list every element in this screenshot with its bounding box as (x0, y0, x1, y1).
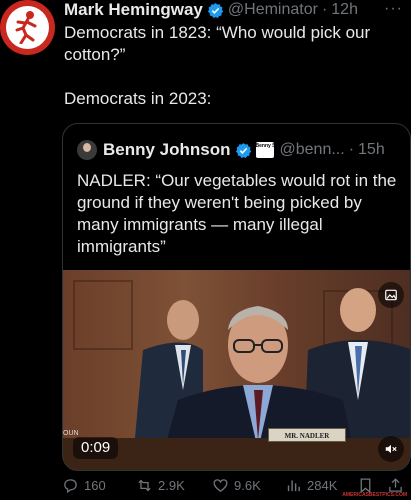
quote-author-handle[interactable]: @benn... (280, 141, 345, 159)
tweet-time[interactable]: 12h (331, 1, 358, 19)
author-name[interactable]: Mark Hemingway (64, 0, 203, 20)
view-count: 284K (307, 477, 338, 493)
video-duration: 0:09 (73, 437, 119, 459)
bookmark-button[interactable] (357, 477, 379, 494)
repost-button[interactable]: 2.9K (136, 477, 185, 494)
share-icon (389, 477, 402, 492)
views-button[interactable]: 284K (285, 477, 337, 494)
video-player[interactable]: MR. NADLER OUN 0:09 (63, 270, 410, 470)
speaker-muted-icon (385, 444, 397, 454)
watermark: AMERICASBESTPICS.COM (342, 492, 407, 498)
repost-count: 2.9K (158, 477, 185, 493)
verified-badge-icon[interactable] (207, 2, 224, 19)
heart-icon (213, 478, 228, 492)
quoted-tweet[interactable]: Benny Johnson Benny Show @benn... · 15h … (62, 123, 411, 471)
nameplate: MR. NADLER (268, 428, 346, 442)
reply-count: 160 (84, 477, 106, 493)
share-button[interactable] (387, 477, 409, 494)
views-chart-icon (287, 480, 300, 491)
mute-button[interactable] (378, 436, 404, 462)
verified-badge-icon[interactable] (235, 142, 252, 159)
tweet-header: Mark Hemingway @Heminator · 12h (64, 0, 411, 20)
more-options-button[interactable]: ··· (384, 0, 403, 18)
quote-header: Benny Johnson Benny Show @benn... · 15h (77, 138, 410, 162)
bookmark-icon (360, 477, 371, 493)
like-button[interactable]: 9.6K (212, 477, 261, 494)
quote-author-avatar[interactable] (77, 140, 97, 160)
side-text: OUN (63, 430, 79, 437)
author-handle[interactable]: @Heminator (228, 1, 318, 19)
quote-author-name[interactable]: Benny Johnson (103, 140, 231, 160)
quote-text: NADLER: “Our vegetables would rot in the… (77, 171, 397, 256)
image-icon (385, 289, 397, 301)
repost-icon (138, 479, 151, 491)
reply-icon (64, 478, 77, 493)
affiliate-badge[interactable]: Benny Show (255, 142, 274, 158)
quote-meta-separator: · (348, 141, 355, 158)
author-avatar[interactable] (0, 0, 55, 55)
like-count: 9.6K (234, 477, 261, 493)
reply-button[interactable]: 160 (62, 477, 106, 494)
quote-time[interactable]: 15h (358, 141, 385, 159)
running-figure-icon (15, 11, 37, 44)
media-options-button[interactable] (378, 282, 404, 308)
meta-separator: · (321, 1, 328, 18)
tweet-text: Democrats in 1823: “Who would pick our c… (64, 23, 371, 108)
